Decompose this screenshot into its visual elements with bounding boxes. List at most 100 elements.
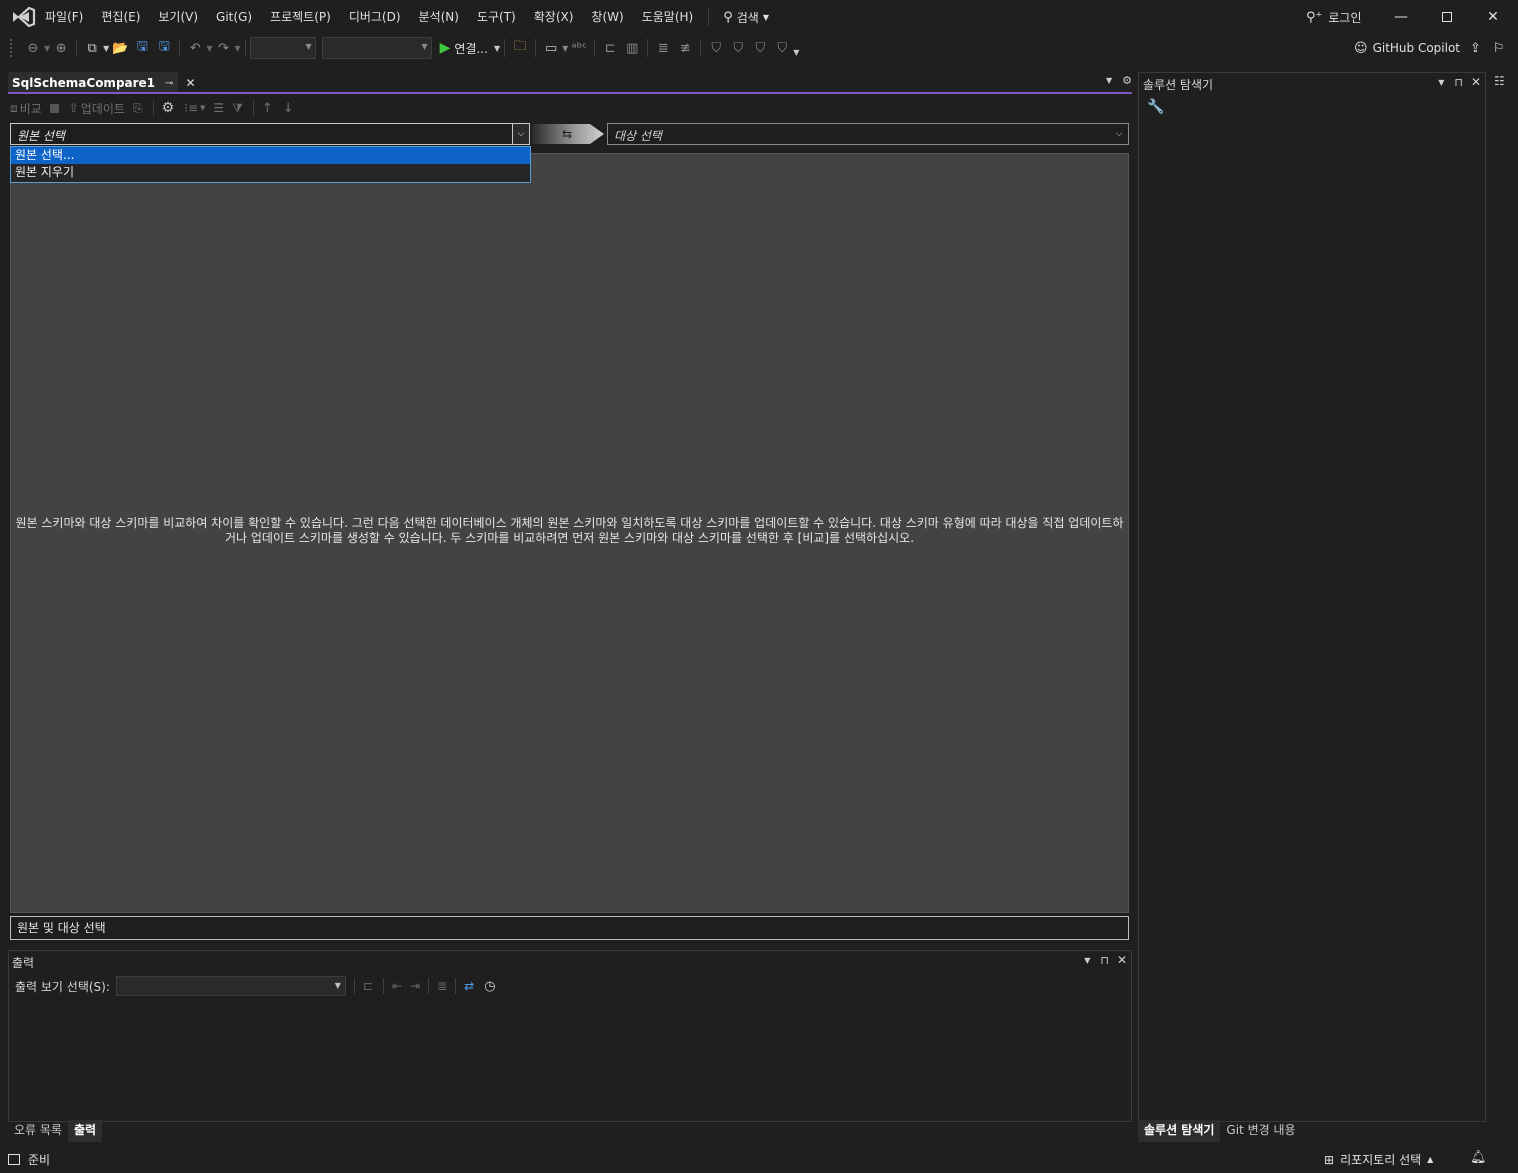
- new-project-icon[interactable]: ⧉: [81, 37, 103, 59]
- word-wrap-icon[interactable]: ⇄: [464, 979, 474, 993]
- tab-error-list[interactable]: 오류 목록: [8, 1120, 68, 1142]
- menu-separator: [708, 8, 710, 26]
- close-icon[interactable]: ✕: [1471, 75, 1481, 89]
- pin-tab-icon[interactable]: ⊸: [165, 78, 173, 89]
- solution-platform-combo[interactable]: ▼: [321, 37, 432, 59]
- close-icon[interactable]: ✕: [1117, 953, 1127, 967]
- toolbar-grip: [10, 39, 16, 57]
- comment-lines-icon[interactable]: ≣: [652, 37, 674, 59]
- menu-view[interactable]: 보기(V): [149, 0, 207, 34]
- run-button[interactable]: ▶ 연결... ▼: [440, 40, 500, 57]
- save-icon[interactable]: 🖫: [131, 37, 153, 59]
- notifications-bell-icon[interactable]: 🔔︎: [1470, 1150, 1487, 1165]
- undo-icon[interactable]: ↶: [184, 37, 206, 59]
- bookmark-icon[interactable]: ⛉: [705, 37, 727, 59]
- window-layout-icon[interactable]: ▭: [540, 37, 562, 59]
- stop-icon[interactable]: [49, 103, 59, 113]
- menu-analyze[interactable]: 분석(N): [410, 0, 468, 34]
- options-gear-icon[interactable]: ⚙: [162, 100, 175, 116]
- dropdown-option-clear-source[interactable]: 원본 지우기: [11, 164, 530, 181]
- close-tab-icon[interactable]: ✕: [185, 76, 195, 90]
- run-label: 연결...: [454, 41, 488, 56]
- uncomment-lines-icon[interactable]: ≢: [674, 37, 696, 59]
- search-button[interactable]: ⚲ 검색 ▼: [715, 0, 777, 34]
- minimize-icon: —: [1394, 9, 1408, 25]
- open-folder-icon[interactable]: 📂: [109, 37, 131, 59]
- properties-wrench-icon[interactable]: 🔧: [1147, 99, 1164, 115]
- menu-debug[interactable]: 디버그(D): [340, 0, 410, 34]
- find-message-icon[interactable]: ⊏: [363, 979, 373, 993]
- dropdown-option-select-source[interactable]: 원본 선택...: [11, 147, 530, 164]
- chevron-down-icon[interactable]: ▼: [200, 104, 205, 112]
- chevron-down-icon[interactable]: ▼: [234, 44, 240, 53]
- menu-help[interactable]: 도움말(H): [633, 0, 703, 34]
- clear-bookmarks-icon[interactable]: ⛉: [771, 37, 793, 59]
- tab-list-dropdown-icon[interactable]: ▼: [1106, 76, 1112, 85]
- target-select-combo[interactable]: 대상 선택 ⌵: [607, 123, 1129, 145]
- swap-source-target-button[interactable]: ⇆: [532, 121, 606, 147]
- clear-all-icon[interactable]: ≣: [437, 979, 447, 993]
- github-copilot-button[interactable]: ☺ GitHub Copilot ⇪ ⚐: [1354, 34, 1505, 62]
- menu-project[interactable]: 프로젝트(P): [261, 0, 340, 34]
- repository-select-button[interactable]: ⊞ 리포지토리 선택 ▲: [1324, 1151, 1433, 1168]
- search-label: 검색: [736, 10, 759, 25]
- menu-file[interactable]: 파일(F): [36, 0, 92, 34]
- go-to-next-icon[interactable]: ⇥: [410, 979, 420, 993]
- source-select-combo[interactable]: 원본 선택 ⌵: [10, 123, 530, 145]
- spell-check-icon[interactable]: ᵃᵇᶜ: [568, 37, 590, 59]
- timestamp-clock-icon[interactable]: ◷: [484, 979, 495, 994]
- redo-icon[interactable]: ↷: [212, 37, 234, 59]
- chevron-down-icon: ▼: [493, 43, 501, 53]
- previous-change-icon[interactable]: ↑: [262, 101, 273, 116]
- solution-explorer-tabs: 솔루션 탐색기 Git 변경 내용: [1138, 1120, 1302, 1142]
- pin-icon[interactable]: ⊓: [1454, 76, 1463, 89]
- settings-gear-icon[interactable]: ⚙: [1122, 74, 1132, 87]
- next-change-icon[interactable]: ↓: [283, 101, 294, 116]
- feedback-icon[interactable]: ⚐: [1493, 41, 1505, 56]
- tab-output[interactable]: 출력: [67, 1120, 103, 1142]
- output-panel-controls: ▼ ⊓ ✕: [1084, 953, 1127, 967]
- generate-script-icon[interactable]: ⎘: [133, 101, 143, 116]
- window-position-dropdown-icon[interactable]: ▼: [1084, 956, 1090, 965]
- format-left-icon[interactable]: ⊏: [599, 37, 621, 59]
- solution-configuration-combo[interactable]: ▼: [249, 37, 316, 59]
- navigate-forward-icon[interactable]: ⊕: [50, 37, 72, 59]
- browse-folder-icon[interactable]: 🗀: [509, 37, 531, 59]
- login-button[interactable]: ⚲⁺ 로그인: [1306, 0, 1362, 34]
- chevron-down-icon[interactable]: ▼: [793, 48, 799, 57]
- tab-git-changes[interactable]: Git 변경 내용: [1220, 1120, 1301, 1142]
- filter-list-icon[interactable]: ☰: [213, 101, 224, 115]
- properties-rail-icon[interactable]: ☷: [1494, 74, 1505, 88]
- menu-edit[interactable]: 편집(E): [92, 0, 149, 34]
- update-button[interactable]: 업데이트: [81, 100, 125, 117]
- window-position-dropdown-icon[interactable]: ▼: [1438, 78, 1444, 87]
- close-window-button[interactable]: ✕: [1470, 0, 1516, 34]
- minimize-button[interactable]: —: [1378, 0, 1424, 34]
- previous-bookmark-icon[interactable]: ⛉: [727, 37, 749, 59]
- output-source-select[interactable]: ▼: [115, 976, 346, 996]
- go-to-previous-icon[interactable]: ⇤: [392, 979, 402, 993]
- navigate-back-icon[interactable]: ⊖: [22, 37, 44, 59]
- toolbar-separator: [647, 39, 649, 57]
- chevron-down-icon[interactable]: ⌵: [1110, 124, 1128, 144]
- group-results-icon[interactable]: ⁝≡: [184, 101, 198, 115]
- save-all-icon[interactable]: 🖫: [153, 37, 175, 59]
- pin-icon[interactable]: ⊓: [1100, 954, 1109, 967]
- chevron-down-icon[interactable]: ⌵: [512, 124, 529, 144]
- share-icon[interactable]: ⇪: [1470, 41, 1481, 56]
- format-document-icon[interactable]: ▥: [621, 37, 643, 59]
- menu-git[interactable]: Git(G): [207, 0, 261, 34]
- next-bookmark-icon[interactable]: ⛉: [749, 37, 771, 59]
- chevron-down-icon: ▼: [762, 12, 769, 22]
- tab-sql-schema-compare[interactable]: SqlSchemaCompare1 ⊸ ✕: [8, 72, 196, 93]
- tab-solution-explorer[interactable]: 솔루션 탐색기: [1138, 1120, 1221, 1142]
- chevron-up-icon: ▲: [1427, 1155, 1434, 1164]
- document-strip-controls: ▼ ⚙: [1106, 74, 1132, 87]
- filter-icon[interactable]: ⧩: [232, 101, 243, 116]
- maximize-button[interactable]: [1424, 0, 1470, 34]
- menu-window[interactable]: 창(W): [582, 0, 632, 34]
- menu-extensions[interactable]: 확장(X): [525, 0, 583, 34]
- compare-button[interactable]: 비교: [20, 100, 42, 117]
- solution-explorer-title: 솔루션 탐색기: [1143, 78, 1214, 92]
- menu-tools[interactable]: 도구(T): [468, 0, 525, 34]
